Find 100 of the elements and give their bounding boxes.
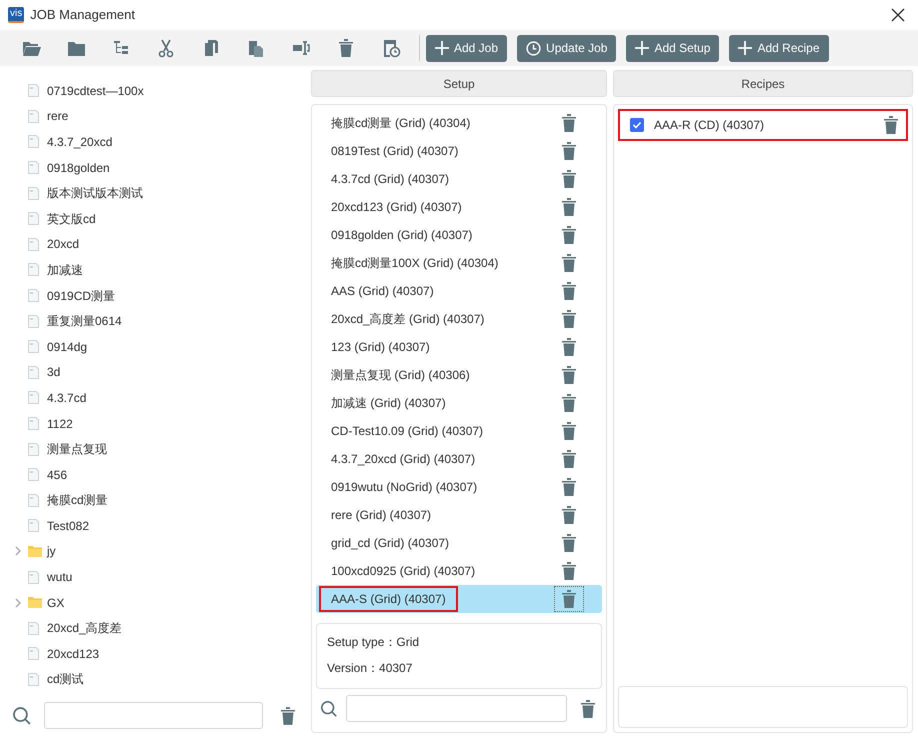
trash-icon[interactable] [562, 478, 576, 496]
tree-item[interactable]: jy [47, 542, 56, 560]
detail-text: Setup type：Grid [327, 634, 420, 651]
tree-item[interactable]: 测量点复现 [47, 440, 107, 458]
tree-item[interactable]: 0914dg [47, 338, 88, 356]
tree-item[interactable]: 英文版cd [47, 210, 96, 228]
window-title: JOB Management [30, 6, 136, 24]
setup-item[interactable]: grid_cd (Grid) (40307) [316, 529, 602, 557]
trash-icon[interactable] [562, 422, 576, 440]
tree-item[interactable]: 1122 [47, 414, 73, 433]
trash-icon[interactable] [562, 142, 576, 160]
tree-item[interactable]: 加减速 [47, 260, 83, 279]
tree-item[interactable]: GX [47, 594, 64, 612]
trash-icon[interactable] [562, 310, 576, 328]
panel-header: Setup [311, 70, 607, 97]
setup-item[interactable]: 100xcd0925 (Grid) (40307) [316, 557, 602, 585]
detail-text: Version：40307 [327, 660, 414, 677]
trash-icon[interactable] [562, 590, 576, 608]
file-icon [28, 468, 39, 482]
recipe-item[interactable]: AAA-R (CD) (40307) [618, 109, 908, 141]
trash-icon[interactable] [562, 226, 576, 244]
tree-item[interactable]: 4.3.7cd [47, 388, 86, 407]
setup-item[interactable]: AAS (Grid) (40307) [316, 277, 602, 305]
trash-icon[interactable] [562, 198, 576, 216]
tree-item[interactable]: Test082 [47, 516, 90, 535]
file-icon [28, 417, 39, 430]
tree-item[interactable]: cd测试 [47, 670, 84, 688]
trash-icon[interactable] [562, 506, 576, 524]
plus-icon [635, 41, 650, 55]
search-field[interactable] [346, 695, 567, 722]
setup-item[interactable]: AAA-S (Grid) (40307) [316, 585, 602, 613]
file-icon [28, 570, 39, 584]
checkbox[interactable] [630, 118, 644, 132]
file-icon [28, 110, 39, 123]
panel-header: Recipes [613, 70, 913, 97]
tree-item[interactable]: 掩膜cd测量 [47, 491, 108, 510]
file-icon [28, 494, 39, 507]
plus-icon [435, 41, 449, 55]
tree-item[interactable]: 0919CD测量 [47, 286, 116, 305]
setup-item[interactable]: 123 (Grid) (40307) [316, 333, 602, 361]
rename-icon[interactable] [290, 38, 310, 58]
clock-icon [526, 40, 542, 56]
file-icon [28, 366, 39, 379]
plus-icon [738, 41, 752, 55]
trash-icon[interactable] [562, 450, 576, 468]
tree-item[interactable]: wutu [47, 568, 72, 586]
trash-icon[interactable] [562, 170, 576, 188]
trash-icon[interactable] [562, 282, 576, 300]
tree-item[interactable]: rere [47, 107, 68, 126]
check-icon [632, 120, 642, 130]
trash-icon[interactable] [562, 562, 576, 580]
setup-item[interactable]: 4.3.7_20xcd (Grid) (40307) [316, 445, 602, 473]
trash-icon[interactable] [562, 394, 576, 412]
trash-icon[interactable] [281, 706, 295, 724]
text-field[interactable] [618, 686, 908, 728]
setup-item[interactable]: rere (Grid) (40307) [316, 501, 602, 529]
setup-item[interactable]: 4.3.7cd (Grid) (40307) [316, 165, 602, 193]
add-button[interactable]: Add Job [426, 34, 508, 62]
setup-item[interactable]: 测量点复现 (Grid) (40306) [316, 361, 602, 389]
setup-item[interactable]: 掩膜cd测量100X (Grid) (40304) [316, 249, 602, 277]
tree-item[interactable]: 重复测量0614 [47, 312, 122, 330]
trash-icon[interactable] [581, 700, 595, 718]
folder-icon [28, 597, 42, 608]
setup-item[interactable]: 0919wutu (NoGrid) (40307) [316, 473, 602, 501]
search-icon [320, 700, 338, 718]
tree-item[interactable]: 版本测试版本测试 [47, 184, 143, 202]
folder-icon [28, 546, 42, 557]
search-field[interactable] [44, 702, 264, 729]
tree-item[interactable]: 3d [47, 363, 60, 382]
tree-item[interactable]: 0719cdtest—100x [47, 82, 144, 100]
add-button[interactable]: Add Recipe [729, 34, 829, 62]
file-icon [28, 391, 39, 404]
cut-icon[interactable] [156, 38, 176, 58]
setup-item[interactable]: 20xcd123 (Grid) (40307) [316, 193, 602, 221]
file-icon [28, 135, 39, 148]
setup-item[interactable]: 20xcd_高度差 (Grid) (40307) [316, 305, 602, 333]
file-icon [28, 263, 39, 276]
update-job-button[interactable]: Update Job [517, 34, 616, 62]
tree-item[interactable]: 20xcd_高度差 [47, 619, 122, 638]
trash-icon[interactable] [562, 114, 576, 132]
trash-icon[interactable] [562, 254, 576, 272]
setup-item[interactable]: 0918golden (Grid) (40307) [316, 221, 602, 249]
file-icon [28, 84, 39, 98]
trash-icon[interactable] [884, 116, 898, 134]
tree-item[interactable]: 4.3.7_20xcd [47, 132, 112, 151]
add-button[interactable]: Add Setup [626, 34, 720, 62]
trash-icon[interactable] [562, 366, 576, 384]
file-icon [28, 340, 39, 354]
tree-item[interactable]: 20xcd123 [47, 644, 100, 663]
setup-item[interactable]: 掩膜cd测量 (Grid) (40304) [316, 109, 602, 137]
tree-item[interactable]: 456 [47, 466, 68, 484]
tree-item[interactable]: 20xcd [47, 235, 80, 254]
setup-item[interactable]: 加减速 (Grid) (40307) [316, 389, 602, 417]
setup-item[interactable]: 0819Test (Grid) (40307) [316, 137, 602, 165]
search-icon [12, 706, 32, 726]
setup-item[interactable]: CD-Test10.09 (Grid) (40307) [316, 417, 602, 445]
trash-icon[interactable] [562, 338, 576, 356]
file-icon [28, 289, 39, 302]
tree-item[interactable]: 0918golden [47, 158, 110, 177]
trash-icon[interactable] [562, 534, 576, 552]
